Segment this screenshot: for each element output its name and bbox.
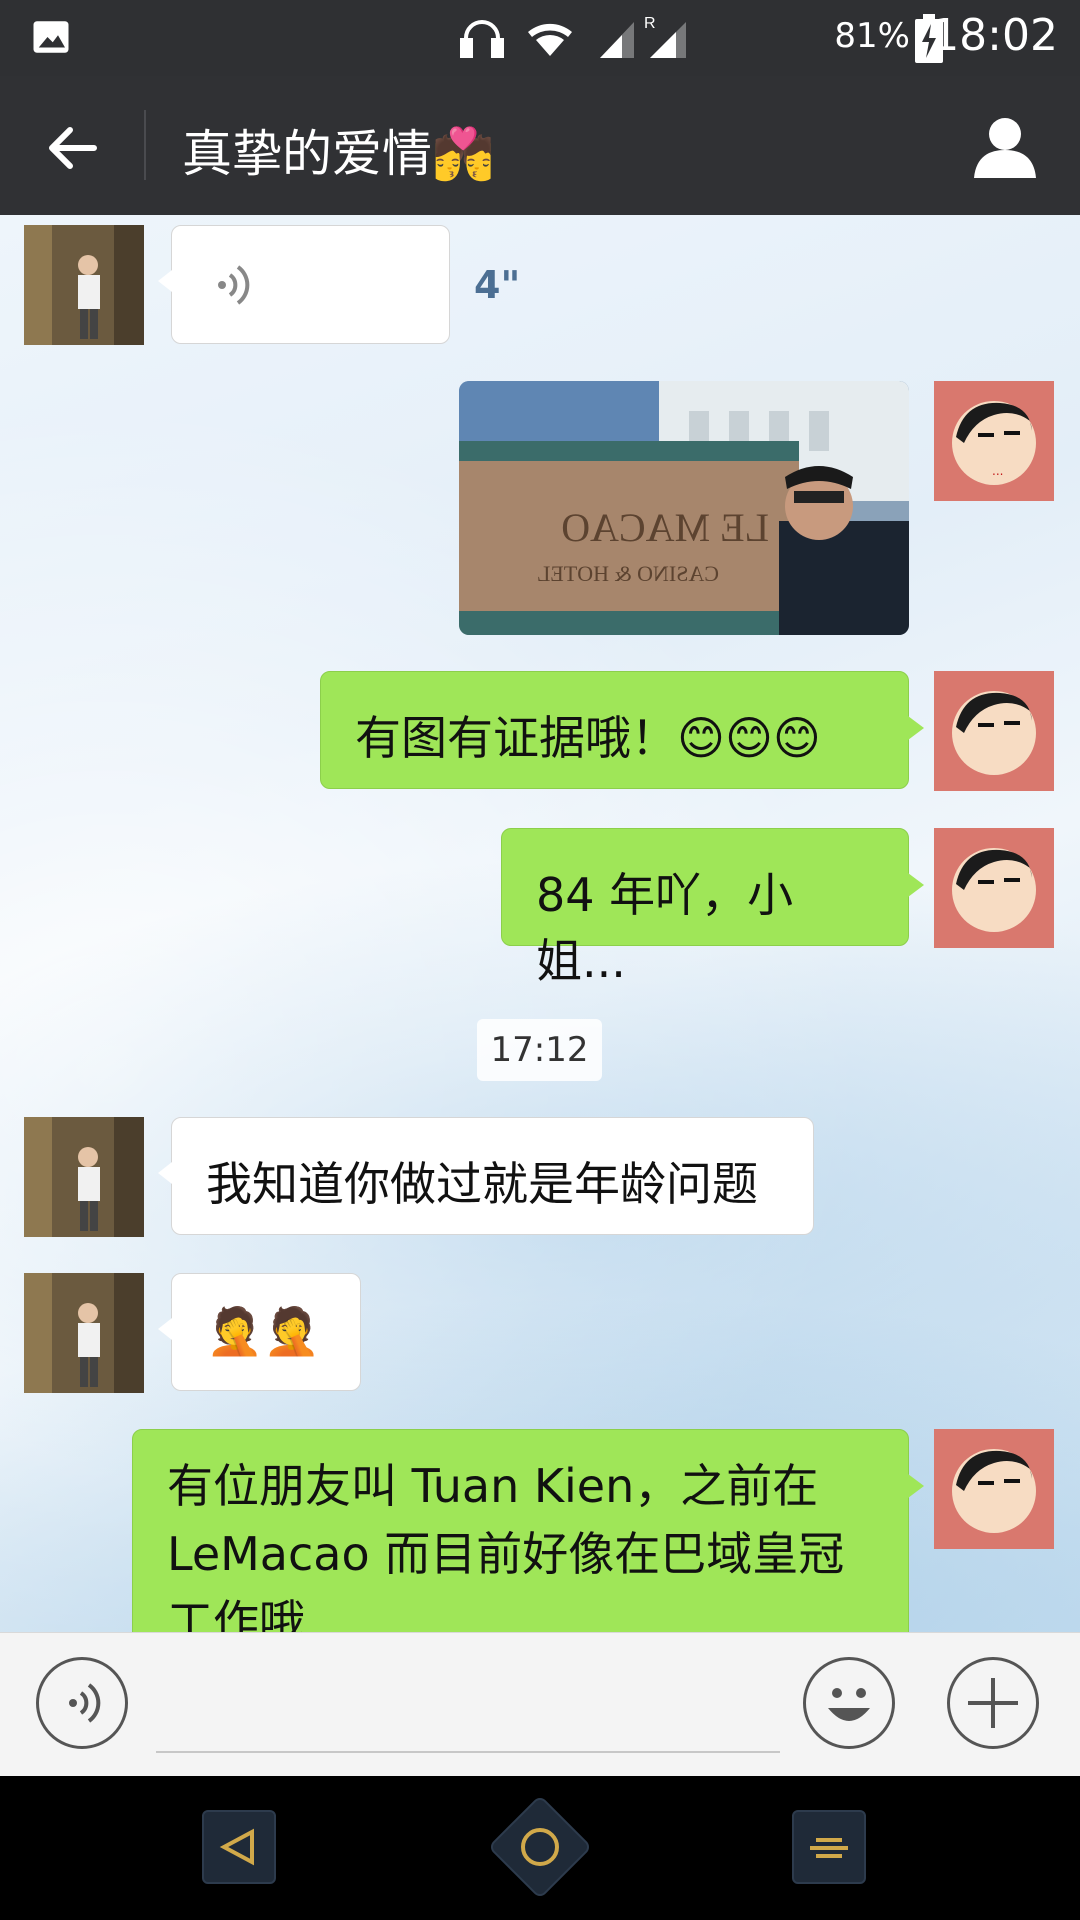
input-bar [0, 1632, 1080, 1777]
sent-message-bubble[interactable]: 有图有证据哦！😊😊😊 [320, 671, 924, 789]
chat-title: 真挚的爱情💏 [182, 125, 495, 183]
battery-percent: 81% [834, 16, 910, 56]
contact-avatar[interactable] [24, 1117, 144, 1237]
more-button[interactable] [947, 1657, 1039, 1749]
svg-text:R: R [644, 15, 656, 32]
chat-header: 真挚的爱情💏 [0, 76, 1080, 215]
sent-message-bubble[interactable]: 有位朋友叫 Tuan Kien，之前在 LeMacao 而目前好像在巴域皇冠工作… [132, 1429, 924, 1632]
contact-avatar[interactable] [24, 1273, 144, 1393]
nav-back-button[interactable] [202, 1810, 276, 1884]
menu-lines-icon [810, 1838, 848, 1858]
sign-text: LE MACAO [561, 505, 769, 550]
received-message-bubble[interactable]: 🤦🤦 [158, 1273, 361, 1391]
back-arrow-icon[interactable] [40, 116, 104, 180]
voice-duration: 4" [474, 263, 521, 307]
my-avatar[interactable]: ... [934, 381, 1054, 501]
message-text: 🤦🤦 [206, 1304, 321, 1358]
voice-icon [69, 1683, 101, 1723]
sent-message-bubble[interactable]: 84 年吖，小姐... [501, 828, 924, 988]
photo-message[interactable]: LE MACAO CASINO & HOTEL [459, 381, 909, 635]
smiley-icon [828, 1688, 870, 1721]
sign-subtext: CASINO & HOTEL [537, 561, 719, 586]
chat-area[interactable]: 4" LE MACAO CASINO & HOTEL ... 有图有证据哦！😊😊… [0, 215, 1080, 1632]
system-nav-bar [0, 1776, 1080, 1920]
signal-icon-1 [600, 22, 634, 58]
my-avatar[interactable] [934, 671, 1054, 791]
voice-message-bubble[interactable] [158, 225, 450, 344]
message-text: 我知道你做过就是年龄问题 [206, 1157, 758, 1211]
voice-input-button[interactable] [36, 1657, 128, 1749]
contact-avatar[interactable] [24, 225, 144, 345]
status-bar: R 81% 18:02 [0, 0, 1080, 76]
svg-text:...: ... [992, 464, 1003, 478]
wifi-icon [528, 23, 572, 56]
circle-home-icon [521, 1828, 559, 1866]
header-divider [144, 110, 146, 180]
image-notification-icon [33, 21, 69, 53]
nav-home-button[interactable] [487, 1794, 593, 1900]
plus-icon [968, 1678, 1018, 1728]
voice-icon [218, 265, 250, 305]
triangle-back-icon [219, 1828, 254, 1866]
message-text: 有位朋友叫 Tuan Kien，之前在 LeMacao 而目前好像在巴域皇冠工作… [167, 1459, 845, 1632]
message-timestamp: 17:12 [477, 1019, 602, 1081]
my-avatar[interactable] [934, 1429, 1054, 1549]
person-icon[interactable] [970, 112, 1040, 182]
status-icons: R [460, 15, 686, 58]
headphones-icon [460, 20, 504, 58]
clock: 18:02 [931, 10, 1058, 61]
emoji-button[interactable] [803, 1657, 895, 1749]
nav-recents-button[interactable] [792, 1810, 866, 1884]
my-avatar[interactable] [934, 828, 1054, 948]
received-message-bubble[interactable]: 我知道你做过就是年龄问题 [158, 1117, 814, 1235]
message-input[interactable] [156, 1751, 780, 1753]
message-text: 有图有证据哦！😊😊😊 [355, 711, 821, 765]
